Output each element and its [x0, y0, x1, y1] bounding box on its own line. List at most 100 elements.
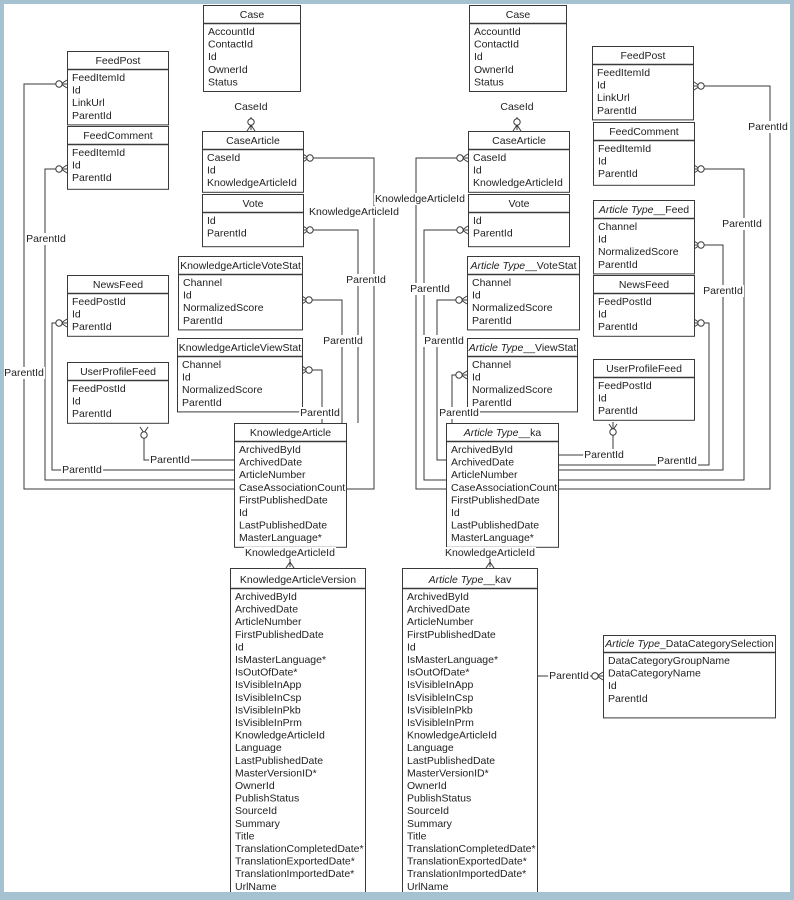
- entity-field: Id: [473, 165, 482, 177]
- entity-field: NormalizedScore: [472, 384, 553, 396]
- relationship-label-parent-id: ParentId: [703, 285, 743, 297]
- entity-field: ArchivedDate: [235, 604, 298, 616]
- entity-kav-l: KnowledgeArticleVersion ArchivedByIdArchi…: [230, 568, 366, 892]
- entity-field: Id: [407, 641, 416, 653]
- entity-field: DataCategoryName: [608, 668, 701, 680]
- optional-marker-icon: [55, 165, 63, 173]
- entity-title: Case: [506, 9, 531, 21]
- entity-field: AccountId: [474, 26, 521, 38]
- entity-field: ParentId: [473, 228, 513, 240]
- optional-marker-icon: [55, 80, 63, 88]
- relationship-label-parent-id: ParentId: [424, 335, 464, 347]
- entity-casearticle-r: CaseArticle CaseIdIdKnowledgeArticleId: [468, 131, 570, 193]
- entity-field: KnowledgeArticleId: [407, 730, 497, 742]
- entity-field: CaseId: [473, 152, 506, 164]
- entity-field: ArchivedById: [239, 444, 301, 456]
- entity-atkav-r: Article Type__kav ArchivedByIdArchivedDat…: [402, 568, 538, 892]
- entity-title: Article Type__ka: [463, 427, 542, 439]
- entity-title-name: __ViewStat: [522, 342, 576, 354]
- entity-field: DataCategoryGroupName: [608, 655, 730, 667]
- optional-marker-icon: [305, 296, 313, 304]
- entity-title-name: _DataCategorySelection: [659, 638, 774, 650]
- entity-field: ParentId: [598, 405, 638, 417]
- entity-field: FeedItemId: [72, 147, 125, 159]
- entity-field: SourceId: [407, 805, 449, 817]
- optional-marker-icon: [456, 226, 464, 234]
- entity-ka-l: KnowledgeArticle ArchivedByIdArchivedDate…: [234, 423, 347, 548]
- entity-field: ParentId: [72, 408, 112, 420]
- relationship-label-parent-id: ParentId: [4, 367, 44, 379]
- entity-field: MasterVersionID*: [407, 767, 489, 779]
- entity-title: KnowledgeArticle: [250, 427, 331, 439]
- entity-field: Id: [474, 51, 483, 63]
- entity-field: Language: [407, 742, 454, 754]
- entity-field: ArticleNumber: [451, 469, 518, 481]
- entity-field: ArchivedById: [407, 591, 469, 603]
- optional-marker-icon: [305, 366, 313, 374]
- entity-field: Title: [235, 830, 255, 842]
- entity-title: KnowledgeArticleViewStat: [179, 342, 301, 354]
- entity-field: Channel: [472, 359, 511, 371]
- entity-title-name: Case: [506, 9, 531, 21]
- entity-title-name: KnowledgeArticleViewStat: [179, 342, 301, 354]
- entity-field: Id: [597, 80, 606, 92]
- entity-title: Article Type__kav: [428, 574, 512, 586]
- entity-title: Article Type__VoteStat: [469, 260, 576, 272]
- entity-field: NormalizedScore: [598, 246, 679, 258]
- entity-title: KnowledgeArticleVoteStat: [180, 260, 301, 272]
- entity-feedpost-r: FeedPost FeedItemIdIdLinkUrlParentId: [592, 46, 694, 121]
- entity-title-name: FeedComment: [609, 126, 679, 138]
- entity-field: Id: [183, 290, 192, 302]
- entity-field: MasterVersionID*: [235, 767, 317, 779]
- entity-title-name: __kav: [482, 574, 512, 586]
- entity-field: Id: [598, 156, 607, 168]
- entity-field: Id: [473, 215, 482, 227]
- entity-feedcomment-r: FeedComment FeedItemIdIdParentId: [593, 122, 695, 186]
- entity-title: CaseArticle: [226, 135, 280, 147]
- entities: CaseAccountIdContactIdIdOwnerIdStatus Fee…: [67, 5, 776, 892]
- entity-field: FeedPostId: [72, 383, 126, 395]
- entity-field: Id: [451, 507, 460, 519]
- entity-field: Id: [182, 372, 191, 384]
- entity-field: Language: [235, 742, 282, 754]
- entity-case-l: Case AccountIdContactIdIdOwnerIdStatus: [203, 5, 301, 92]
- entity-field: Id: [72, 160, 81, 172]
- entity-title-name: __ka: [517, 427, 541, 439]
- entity-field: IsVisibleInCsp: [235, 692, 301, 704]
- entity-case-r: Case AccountIdContactIdIdOwnerIdStatus: [469, 5, 567, 92]
- entity-field: Id: [239, 507, 248, 519]
- optional-marker-icon: [140, 431, 148, 439]
- entity-field: ArchivedById: [451, 444, 513, 456]
- entity-field: MasterLanguage*: [451, 532, 534, 544]
- entity-field: TranslationExportedDate*: [235, 856, 355, 868]
- entity-title: NewsFeed: [93, 279, 143, 291]
- relationship-label-parent-id: ParentId: [300, 407, 340, 419]
- relationship-label-parent-id: ParentId: [439, 407, 479, 419]
- optional-marker-icon: [591, 672, 599, 680]
- entity-title-prefix: Article Type: [469, 260, 525, 272]
- entity-field: LinkUrl: [597, 92, 630, 104]
- relationship-label-parent-id: ParentId: [346, 274, 386, 286]
- optional-marker-icon: [456, 154, 464, 162]
- entity-field: OwnerId: [235, 780, 275, 792]
- entity-field: ParentId: [72, 110, 112, 122]
- entity-field: Id: [207, 165, 216, 177]
- entity-field: IsVisibleInPrm: [235, 717, 302, 729]
- entity-field: IsOutOfDate*: [407, 667, 469, 679]
- entity-field: Channel: [472, 277, 511, 289]
- entity-atvotestat-r: Article Type__VoteStat ChannelIdNormalize…: [467, 256, 580, 331]
- entity-field: NormalizedScore: [182, 384, 263, 396]
- optional-marker-icon: [697, 165, 705, 173]
- entity-field: FeedPostId: [598, 296, 652, 308]
- entity-newsfeed-l: NewsFeed FeedPostIdIdParentId: [67, 275, 169, 337]
- entity-field: OwnerId: [407, 780, 447, 792]
- entity-field: TranslationCompletedDate*: [407, 843, 536, 855]
- entity-field: FirstPublishedDate: [451, 494, 540, 506]
- entity-field: Id: [598, 309, 607, 321]
- entity-title: FeedPost: [621, 50, 666, 62]
- erd-canvas: Case AccountId ContactId Id OwnerId Status Fee…: [4, 4, 790, 892]
- entity-field: FeedPostId: [598, 380, 652, 392]
- entity-field: ArchivedDate: [239, 457, 302, 469]
- relationship-label-parent-id: ParentId: [62, 464, 102, 476]
- entity-title-name: KnowledgeArticleVersion: [240, 574, 356, 586]
